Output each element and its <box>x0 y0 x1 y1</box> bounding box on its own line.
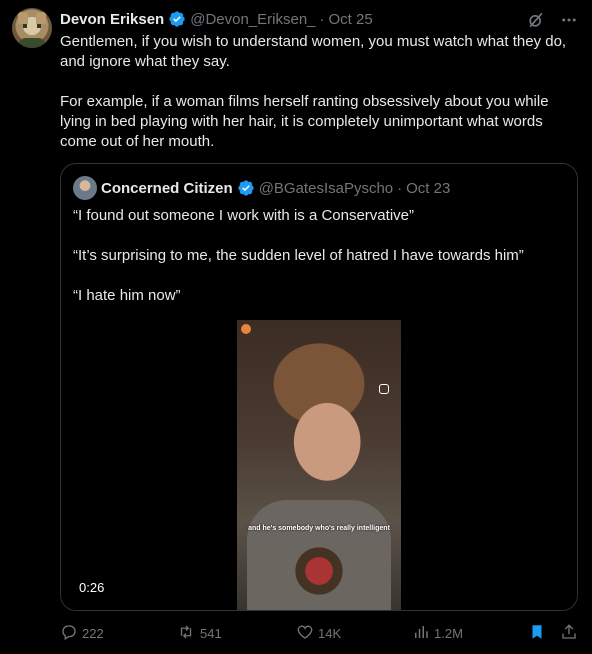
video-frame[interactable]: and he's somebody who's really intellige… <box>237 320 401 610</box>
repost-button[interactable]: 541 <box>176 622 222 644</box>
video-duration: 0:26 <box>79 580 105 595</box>
verified-icon <box>168 10 186 28</box>
bookmark-button[interactable] <box>528 622 546 644</box>
share-button[interactable] <box>560 622 578 644</box>
tweet-text: Gentlemen, if you wish to understand wom… <box>60 32 580 152</box>
quote-line: “I found out someone I work with is a Co… <box>73 207 414 224</box>
author-name[interactable]: Devon Eriksen <box>60 11 164 28</box>
views-count: 1.2M <box>434 625 463 641</box>
quoted-tweet[interactable]: Concerned Citizen @BGatesIsaPyscho · Oct… <box>60 163 578 611</box>
like-count: 14K <box>318 625 342 641</box>
instagram-icon <box>379 384 389 394</box>
tweet-paragraph: For example, if a woman films herself ra… <box>60 93 549 150</box>
author-avatar[interactable] <box>12 8 52 48</box>
reply-count: 222 <box>82 625 104 641</box>
quote-line: “It’s surprising to me, the sudden level… <box>73 247 524 264</box>
quote-header: Concerned Citizen @BGatesIsaPyscho · Oct… <box>101 178 450 198</box>
views-button[interactable]: 1.2M <box>412 622 463 644</box>
bookmark-icon <box>528 623 546 644</box>
reply-icon <box>60 623 78 644</box>
repost-count: 541 <box>200 625 222 641</box>
quote-author-name[interactable]: Concerned Citizen <box>101 180 233 197</box>
share-icon <box>560 623 578 644</box>
quote-text: “I found out someone I work with is a Co… <box>73 206 567 306</box>
repost-icon <box>176 623 196 644</box>
tweet-time[interactable]: Oct 25 <box>329 11 373 28</box>
heart-icon <box>296 623 314 644</box>
video-player[interactable]: and he's somebody who's really intellige… <box>61 320 577 610</box>
views-icon <box>412 623 430 644</box>
verified-icon <box>237 179 255 197</box>
tweet-actions: 222 541 14K 1.2M <box>60 622 580 644</box>
author-handle[interactable]: @Devon_Eriksen_ <box>190 11 315 28</box>
more-icon[interactable] <box>560 11 578 34</box>
quote-author-handle[interactable]: @BGatesIsaPyscho <box>259 180 393 197</box>
separator: · <box>397 179 403 197</box>
like-button[interactable]: 14K <box>296 622 341 644</box>
channel-logo-icon <box>241 324 251 334</box>
quote-avatar[interactable] <box>73 176 97 200</box>
tweet-header: Devon Eriksen @Devon_Eriksen_ · Oct 25 <box>60 9 373 29</box>
quote-line: “I hate him now” <box>73 287 181 304</box>
reply-button[interactable]: 222 <box>60 622 104 644</box>
tweet-paragraph: Gentlemen, if you wish to understand wom… <box>60 33 567 70</box>
separator: · <box>319 10 325 28</box>
video-caption: and he's somebody who's really intellige… <box>248 525 390 532</box>
quote-time[interactable]: Oct 23 <box>406 180 450 197</box>
